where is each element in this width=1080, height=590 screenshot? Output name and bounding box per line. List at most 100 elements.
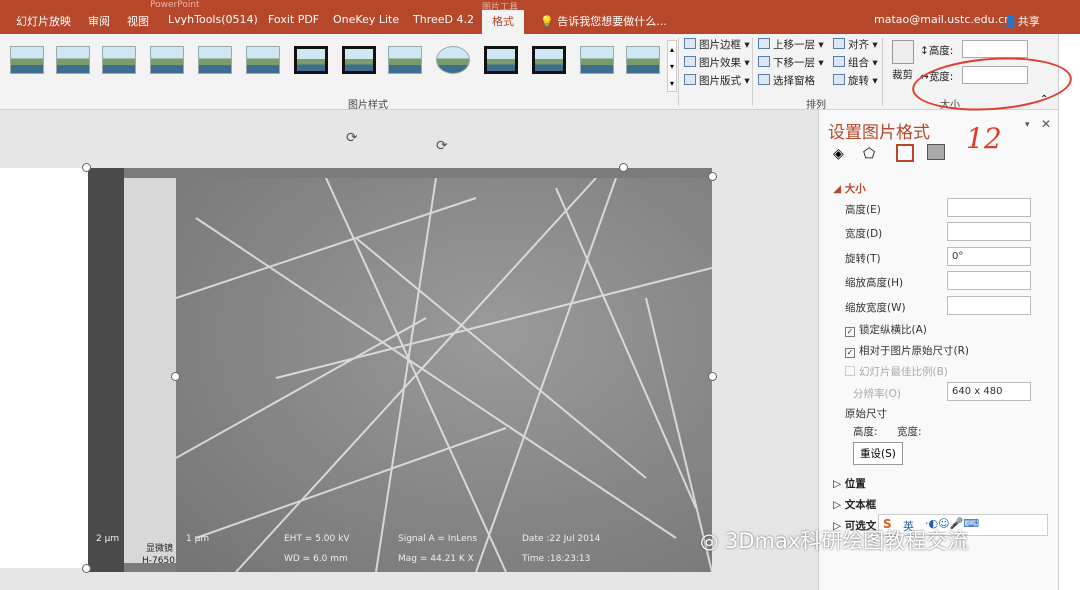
effects-tab-icon[interactable]: ⬠ xyxy=(863,146,875,162)
sem-wd: WD = 6.0 mm xyxy=(284,554,348,564)
resize-handle-top-right[interactable] xyxy=(619,163,628,172)
crop-button[interactable]: 裁剪 xyxy=(892,67,913,82)
sem-date: Date :22 Jul 2014 xyxy=(522,534,601,544)
group-button[interactable]: 组合 ▾ xyxy=(833,55,878,70)
scale-width-field[interactable] xyxy=(947,296,1031,315)
width-field[interactable] xyxy=(947,222,1031,241)
tab-foxit-pdf[interactable]: Foxit PDF xyxy=(268,13,319,26)
align-icon xyxy=(833,38,845,49)
resolution-select[interactable]: 640 x 480 xyxy=(947,382,1031,401)
tab-slideshow[interactable]: 幻灯片放映 xyxy=(16,13,71,29)
rotate-icon xyxy=(833,74,845,85)
layout-icon xyxy=(684,74,696,85)
gallery-scroll[interactable]: ▴ ▾ ▾ xyxy=(667,40,677,92)
tab-review[interactable]: 审阅 xyxy=(88,13,110,29)
panel-options-icon[interactable]: ▾ xyxy=(1025,120,1030,130)
sem-mag: Mag = 44.21 K X xyxy=(398,554,474,564)
picture-style-7[interactable] xyxy=(294,46,328,74)
picture-effects-button[interactable]: 图片效果 ▾ xyxy=(684,55,750,70)
lock-aspect-checkbox[interactable]: ✓ 锁定纵横比(A) xyxy=(845,322,927,337)
best-scale-checkbox: 幻灯片最佳比例(B) xyxy=(845,364,948,379)
send-backward-button[interactable]: 下移一层 ▾ xyxy=(758,55,824,70)
sem-signal: Signal A = InLens xyxy=(398,534,478,544)
picture-style-13[interactable] xyxy=(580,46,614,74)
slide-area[interactable] xyxy=(0,168,88,568)
bring-forward-button[interactable]: 上移一层 ▾ xyxy=(758,37,824,52)
resize-handle-top-right-2[interactable] xyxy=(708,172,717,181)
person-icon: 👤 xyxy=(1004,15,1018,28)
orig-height-label: 高度: xyxy=(853,426,878,438)
fill-line-tab-icon[interactable]: ◈ xyxy=(833,146,844,162)
picture-style-5[interactable] xyxy=(198,46,232,74)
picture-style-14[interactable] xyxy=(626,46,660,74)
picture-border-button[interactable]: 图片边框 ▾ xyxy=(684,37,750,52)
size-properties-tab-icon[interactable] xyxy=(896,144,914,162)
resize-handle-right[interactable] xyxy=(708,372,717,381)
rotation-field[interactable]: 0° xyxy=(947,247,1031,266)
height-field[interactable] xyxy=(947,198,1031,217)
sem-scale-label: 1 μm xyxy=(186,534,210,544)
sem-eht: EHT = 5.00 kV xyxy=(284,534,350,544)
picture-layout-button[interactable]: 图片版式 ▾ xyxy=(684,73,750,88)
watermark: ◎ 3Dmax科研绘图教程交流 xyxy=(700,529,969,553)
tab-onekey-lite[interactable]: OneKey Lite xyxy=(333,13,399,26)
reset-button[interactable]: 重设(S) xyxy=(853,442,903,465)
lightbulb-icon: 💡 xyxy=(540,15,554,28)
picture-style-4[interactable] xyxy=(150,46,184,74)
sem-light-strip xyxy=(124,178,176,563)
ribbon-height-input[interactable] xyxy=(962,40,1028,58)
rotate-handle-icon-2[interactable]: ⟳ xyxy=(436,138,448,154)
height-icon: ↕ xyxy=(920,45,929,57)
effects-icon xyxy=(684,56,696,67)
handwritten-annotation: 12 xyxy=(966,122,1002,155)
sem-image[interactable]: 1 μm EHT = 5.00 kV WD = 6.0 mm Signal A … xyxy=(88,168,712,572)
tell-me-box[interactable]: 💡 告诉我您想要做什么... xyxy=(540,13,667,29)
sem-time: Time :18:23:13 xyxy=(522,554,591,564)
sem-left-label: 显微镜 xyxy=(146,544,174,554)
size-section-toggle[interactable]: ◢ 大小 xyxy=(833,181,866,196)
relative-size-checkbox[interactable]: ✓ 相对于图片原始尺寸(R) xyxy=(845,343,969,358)
position-section-toggle[interactable]: ▷ 位置 xyxy=(833,476,866,491)
resize-handle-left[interactable] xyxy=(171,372,180,381)
vertical-scrollbar[interactable] xyxy=(1058,34,1080,590)
rotation-field-label: 旋转(T) xyxy=(845,253,881,265)
height-field-label: 高度(E) xyxy=(845,204,881,216)
picture-style-6[interactable] xyxy=(246,46,280,74)
rotate-handle-icon[interactable]: ⟳ xyxy=(346,130,358,146)
picture-style-8[interactable] xyxy=(342,46,376,74)
picture-style-12[interactable] xyxy=(532,46,566,74)
crop-icon xyxy=(892,40,914,64)
selection-pane-icon xyxy=(758,74,770,85)
close-icon[interactable]: ✕ xyxy=(1041,117,1051,131)
picture-style-10[interactable] xyxy=(436,46,470,74)
selection-pane-button[interactable]: 选择窗格 xyxy=(758,73,815,88)
tab-threed[interactable]: ThreeD 4.2 xyxy=(413,13,474,26)
arrange-label: 排列 xyxy=(806,100,826,111)
checkmark-icon: ✓ xyxy=(845,327,855,337)
picture-style-1[interactable] xyxy=(10,46,44,74)
picture-styles-label: 图片样式 xyxy=(348,100,388,111)
picture-tab-icon[interactable] xyxy=(927,144,945,160)
align-button[interactable]: 对齐 ▾ xyxy=(833,37,878,52)
tab-view[interactable]: 视图 xyxy=(127,13,149,29)
picture-style-11[interactable] xyxy=(484,46,518,74)
picture-style-2[interactable] xyxy=(56,46,90,74)
scale-height-field[interactable] xyxy=(947,271,1031,290)
resize-handle-bottom-left[interactable] xyxy=(82,564,91,573)
picture-style-3[interactable] xyxy=(102,46,136,74)
textbox-section-toggle[interactable]: ▷ 文本框 xyxy=(833,497,876,512)
picture-style-9[interactable] xyxy=(388,46,422,74)
height-label: ↕高度: xyxy=(920,45,954,57)
width-field-label: 宽度(D) xyxy=(845,228,883,240)
border-icon xyxy=(684,38,696,49)
original-size-label: 原始尺寸 xyxy=(845,408,887,420)
slide-canvas: 1 μm EHT = 5.00 kV WD = 6.0 mm Signal A … xyxy=(0,110,818,590)
share-button[interactable]: 👤共享 xyxy=(1004,13,1040,29)
tab-format[interactable]: 格式 xyxy=(482,10,524,34)
tab-lvyhtools[interactable]: LvyhTools(0514) xyxy=(168,13,258,26)
resize-handle-top-left[interactable] xyxy=(82,163,91,172)
account-email[interactable]: matao@mail.ustc.edu.cn xyxy=(874,13,1011,26)
panel-title: 设置图片格式 xyxy=(828,123,930,143)
sem-crystals-region xyxy=(88,168,124,572)
rotate-button[interactable]: 旋转 ▾ xyxy=(833,73,878,88)
